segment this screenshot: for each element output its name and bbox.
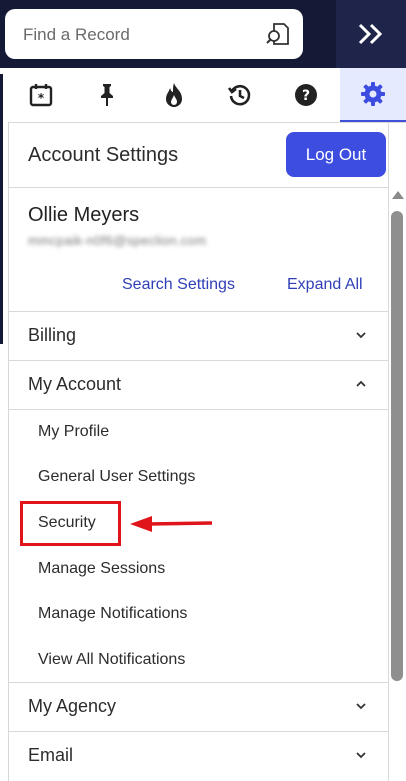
section-label: Billing bbox=[28, 325, 77, 345]
chevron-down-icon bbox=[356, 332, 366, 339]
search-record-icon[interactable] bbox=[265, 21, 291, 47]
page-title: Account Settings bbox=[28, 144, 179, 166]
scroll-thumb[interactable] bbox=[391, 211, 403, 681]
general-user-settings-link[interactable]: General User Settings bbox=[38, 468, 195, 486]
section-billing[interactable]: Billing bbox=[8, 311, 388, 359]
icon-tab-bar: * ? bbox=[8, 68, 406, 123]
tab-hot[interactable] bbox=[141, 68, 207, 122]
pin-icon bbox=[101, 84, 113, 106]
section-my-account[interactable]: My Account bbox=[8, 360, 388, 408]
expand-panel-button[interactable] bbox=[336, 0, 406, 68]
svg-text:*: * bbox=[38, 91, 45, 105]
tab-settings[interactable] bbox=[340, 68, 406, 122]
section-email[interactable]: Email bbox=[8, 731, 388, 781]
search-settings-link[interactable]: Search Settings bbox=[122, 276, 235, 294]
history-icon bbox=[227, 84, 251, 106]
manage-notifications-link[interactable]: Manage Notifications bbox=[38, 605, 187, 623]
svg-text:?: ? bbox=[302, 88, 310, 104]
panel-header: Account Settings Log Out bbox=[8, 122, 388, 188]
left-edge-marker bbox=[0, 74, 3, 344]
section-my-agency[interactable]: My Agency bbox=[8, 682, 388, 730]
search-box[interactable] bbox=[5, 9, 303, 59]
expand-all-link[interactable]: Expand All bbox=[287, 276, 363, 294]
tab-history[interactable] bbox=[207, 68, 273, 122]
tab-pinned[interactable] bbox=[74, 68, 140, 122]
user-name: Ollie Meyers bbox=[28, 204, 140, 226]
my-profile-link[interactable]: My Profile bbox=[38, 423, 109, 441]
tab-help[interactable]: ? bbox=[273, 68, 339, 122]
flame-icon bbox=[166, 83, 182, 107]
chevron-down-icon bbox=[356, 752, 366, 759]
scrollbar[interactable] bbox=[389, 187, 406, 781]
user-email: mmcpaik-n0f6@speclion.com bbox=[28, 233, 207, 248]
gear-icon bbox=[361, 82, 385, 106]
view-all-notifications-link[interactable]: View All Notifications bbox=[38, 651, 185, 669]
manage-sessions-link[interactable]: Manage Sessions bbox=[38, 560, 165, 578]
red-arrow-annotation bbox=[130, 516, 213, 532]
log-out-button[interactable]: Log Out bbox=[286, 132, 386, 177]
chevron-up-icon bbox=[356, 380, 366, 387]
section-label: Email bbox=[28, 745, 74, 765]
search-input[interactable] bbox=[23, 23, 253, 47]
tab-calendar[interactable]: * bbox=[8, 68, 74, 122]
security-highlight-box bbox=[20, 501, 121, 546]
account-settings-panel: Account Settings Log Out Ollie Meyers mm… bbox=[8, 122, 389, 781]
divider bbox=[8, 409, 388, 410]
calendar-star-icon: * bbox=[29, 84, 53, 107]
chevron-down-icon bbox=[356, 703, 366, 710]
scroll-up-arrow-icon[interactable] bbox=[392, 191, 404, 199]
help-icon: ? bbox=[295, 84, 317, 106]
top-bar bbox=[0, 0, 406, 68]
section-label: My Agency bbox=[28, 696, 117, 716]
double-chevron-right-icon bbox=[358, 23, 383, 45]
section-label: My Account bbox=[28, 374, 122, 394]
